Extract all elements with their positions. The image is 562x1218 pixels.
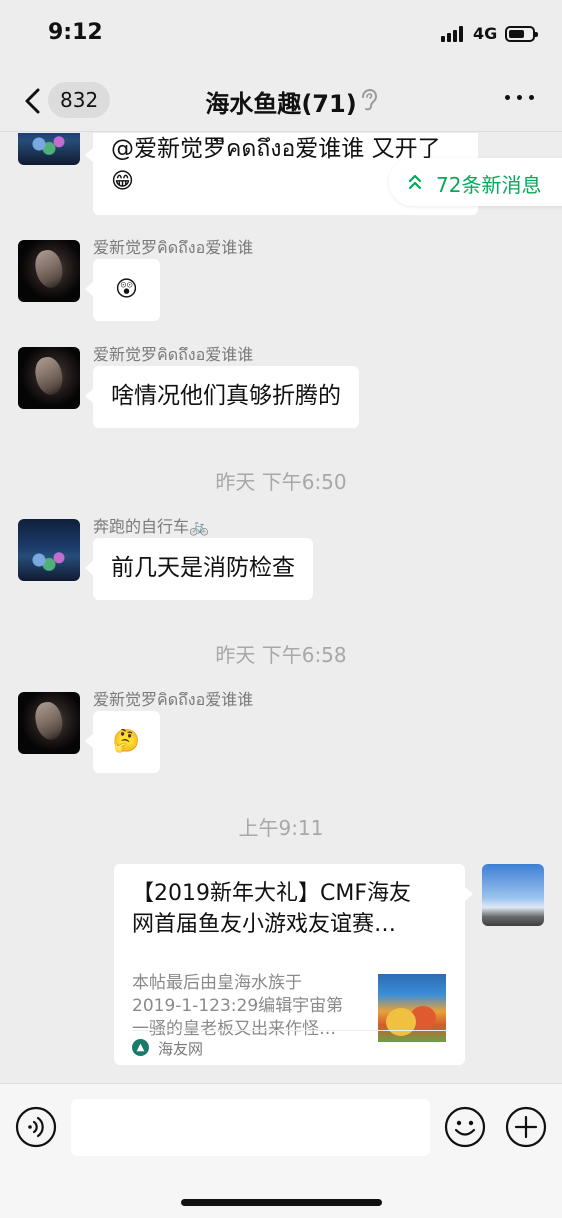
link-thumbnail — [378, 974, 446, 1042]
timestamp: 昨天 下午6:58 — [215, 643, 347, 667]
message-text: 前几天是消防检查 — [111, 555, 295, 581]
message-bubble[interactable]: 🤔 — [85, 711, 160, 773]
avatar[interactable] — [18, 240, 80, 302]
link-title: 【2019新年大礼】CMF海友 网首届鱼友小游戏友谊赛… — [132, 881, 411, 937]
network-label: 4G — [473, 24, 498, 43]
more-dots-icon[interactable] — [505, 95, 535, 103]
nav-bar: 832 海水鱼趣(71) — [0, 70, 562, 132]
source-logo-icon: ▲ — [132, 1039, 149, 1056]
chat-screen: 9:12 4G 832 海水鱼趣(71) @爱新觉罗ิคดถึงอ爱谁谁 又开了… — [0, 0, 562, 1218]
status-bar: 9:12 4G — [0, 0, 562, 70]
grin-emoji-icon: 😁 — [111, 169, 134, 194]
message-input[interactable] — [71, 1099, 430, 1156]
timestamp: 昨天 下午6:50 — [215, 470, 347, 494]
sender-name: 爱新觉罗คิดถึงอ爱谁谁 — [93, 690, 254, 709]
sender-name: 奔跑的自行车🚲 — [93, 517, 209, 536]
shocked-emoji-icon: 😲 — [115, 277, 138, 302]
timestamp: 上午9:11 — [238, 816, 324, 840]
sender-name: 爱新觉罗คิดถึงอ爱谁谁 — [93, 238, 254, 257]
link-source: 海友网 — [158, 1040, 204, 1058]
plus-icon[interactable] — [505, 1106, 547, 1148]
voice-icon[interactable] — [15, 1106, 57, 1148]
avatar[interactable] — [18, 519, 80, 581]
double-chevron-up-icon — [408, 174, 422, 190]
new-messages-label: 72条新消息 — [436, 173, 542, 197]
message-bubble[interactable]: 😲 — [85, 259, 160, 321]
ear-icon — [362, 88, 377, 111]
message-bubble[interactable]: 前几天是消防检查 — [85, 538, 313, 600]
home-indicator — [181, 1199, 382, 1206]
message-bubble[interactable]: 啥情况他们真够折腾的 — [85, 366, 359, 428]
link-card[interactable]: 【2019新年大礼】CMF海友 网首届鱼友小游戏友谊赛… 本帖最后由皇海水族于 … — [114, 864, 473, 1065]
sender-name: 爱新觉罗คิดถึงอ爱谁谁 — [93, 345, 254, 364]
thinking-emoji-icon: 🤔 — [112, 729, 141, 754]
emoji-icon[interactable] — [444, 1106, 486, 1148]
input-bar — [0, 1083, 562, 1218]
avatar[interactable] — [18, 133, 80, 165]
avatar[interactable] — [18, 347, 80, 409]
message-text: @爱新觉罗ิคดถึงอ爱谁谁 又开了 — [111, 136, 441, 162]
my-avatar[interactable] — [482, 864, 544, 926]
new-messages-button[interactable]: 72条新消息 — [389, 158, 562, 206]
signal-icon — [441, 26, 467, 42]
battery-icon — [505, 26, 538, 42]
message-list[interactable]: @爱新觉罗ิคดถึงอ爱谁谁 又开了 😁 爱新觉罗คิดถึงอ爱谁谁 😲 爱… — [0, 133, 562, 1083]
divider — [132, 1030, 447, 1031]
chat-title[interactable]: 海水鱼趣(71) — [0, 84, 562, 119]
avatar[interactable] — [18, 692, 80, 754]
message-text: 啥情况他们真够折腾的 — [111, 383, 341, 409]
status-time: 9:12 — [48, 20, 103, 45]
